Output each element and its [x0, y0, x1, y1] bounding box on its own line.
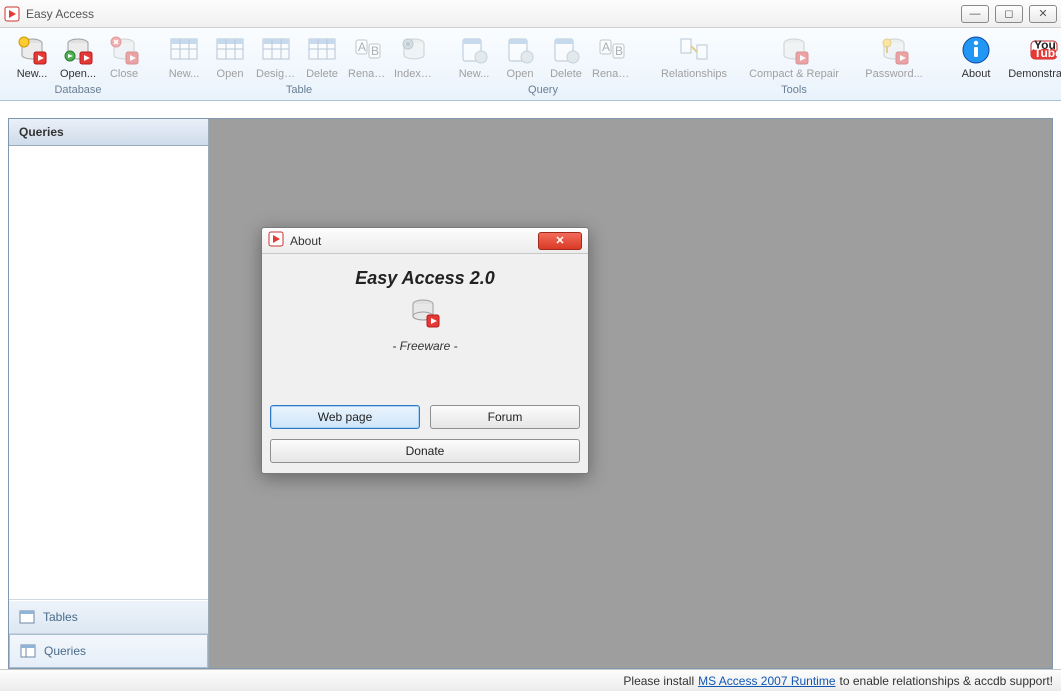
ribbon-item-label: Password...: [852, 68, 936, 80]
left-nav: Queries Tables Queries: [9, 119, 209, 668]
status-suffix: to enable relationships & accdb support!: [840, 674, 1053, 688]
query-icon: [458, 34, 490, 66]
youtube-icon: YouTube: [1028, 34, 1060, 66]
about-subtitle: - Freeware -: [274, 339, 576, 353]
ribbon-item-label: Delete: [302, 68, 342, 80]
table-icon: [260, 34, 292, 66]
ribbon-cr-button: Compact & Repair: [740, 32, 848, 82]
ribbon-group-label: Table: [286, 82, 312, 100]
ribbon-t-open-button: Open: [208, 32, 252, 82]
window-close-button[interactable]: ✕: [1029, 5, 1057, 23]
svg-text:B: B: [371, 44, 379, 58]
nav-section-label: Queries: [44, 644, 86, 658]
window-minimize-button[interactable]: —: [961, 5, 989, 23]
nav-section-label: Tables: [43, 610, 78, 624]
ribbon: New...Open...CloseDatabaseNew...OpenDesi…: [0, 28, 1061, 101]
window-maximize-button[interactable]: ◻: [995, 5, 1023, 23]
rel-icon: [678, 34, 710, 66]
about-dialog-icon: [268, 231, 284, 250]
query-icon: [550, 34, 582, 66]
ribbon-rel-button: Relationships: [650, 32, 738, 82]
ribbon-q-delete-button: Delete: [544, 32, 588, 82]
ribbon-item-label: Close: [104, 68, 144, 80]
about-webpage-button[interactable]: Web page: [270, 405, 420, 429]
ribbon-item-label: Open: [210, 68, 250, 80]
table-icon: [306, 34, 338, 66]
query-icon: [504, 34, 536, 66]
rename-icon: AB: [596, 34, 628, 66]
db-new-icon: [16, 34, 48, 66]
ribbon-item-label: Rename: [348, 68, 388, 80]
db-close-icon: [108, 34, 140, 66]
about-donate-button[interactable]: Donate: [270, 439, 580, 463]
repair-icon: [778, 34, 810, 66]
index-icon: [398, 34, 430, 66]
ribbon-pwd-button: Password...: [850, 32, 938, 82]
ribbon-item-label: Demonstration: [1002, 68, 1061, 80]
table-icon: [168, 34, 200, 66]
about-forum-button[interactable]: Forum: [430, 405, 580, 429]
about-heading: Easy Access 2.0: [274, 268, 576, 289]
ribbon-t-rename-button: AB Rename: [346, 32, 390, 82]
ribbon-t-delete-button: Delete: [300, 32, 344, 82]
ribbon-item-label: Design...: [256, 68, 296, 80]
ribbon-item-label: Indexes...: [394, 68, 434, 80]
ribbon-q-rename-button: AB Rename: [590, 32, 634, 82]
ribbon-group-label: Query: [528, 82, 558, 100]
client-area: Queries Tables Queries About ✕ Easy Acces…: [8, 118, 1053, 669]
ribbon-item-label: New...: [12, 68, 52, 80]
window-title: Easy Access: [26, 7, 94, 21]
svg-text:A: A: [602, 40, 610, 54]
about-dialog-titlebar[interactable]: About ✕: [262, 228, 588, 254]
about-icon: [960, 34, 992, 66]
ribbon-t-design-button: Design...: [254, 32, 298, 82]
ribbon-group-label: Database: [54, 82, 101, 100]
ribbon-item-label: New...: [454, 68, 494, 80]
status-runtime-link[interactable]: MS Access 2007 Runtime: [698, 674, 835, 688]
ribbon-item-label: About: [956, 68, 996, 80]
pwd-icon: [878, 34, 910, 66]
status-bar: Please install MS Access 2007 Runtime to…: [0, 669, 1061, 691]
ribbon-db-close-button: Close: [102, 32, 146, 82]
about-dialog: About ✕ Easy Access 2.0 - Freeware -: [261, 227, 589, 474]
ribbon-about-button[interactable]: About: [954, 32, 998, 82]
status-prefix: Please install: [623, 674, 694, 688]
rename-icon: AB: [352, 34, 384, 66]
ribbon-db-new-button[interactable]: New...: [10, 32, 54, 82]
workspace: About ✕ Easy Access 2.0 - Freeware -: [209, 119, 1052, 668]
nav-section-tables[interactable]: Tables: [9, 600, 208, 634]
left-nav-header: Queries: [9, 119, 208, 146]
ribbon-q-new-button: New...: [452, 32, 496, 82]
db-open-icon: [62, 34, 94, 66]
ribbon-demo-button[interactable]: YouTube Demonstration: [1000, 32, 1061, 82]
left-nav-list[interactable]: [9, 146, 208, 599]
ribbon-item-label: Open: [500, 68, 540, 80]
table-icon: [19, 609, 35, 625]
ribbon-item-label: Compact & Repair: [742, 68, 846, 80]
ribbon-db-open-button[interactable]: Open...: [56, 32, 100, 82]
app-icon: [4, 6, 20, 22]
nav-section-queries[interactable]: Queries: [9, 634, 208, 668]
ribbon-item-label: Relationships: [652, 68, 736, 80]
ribbon-group-label: Tools: [781, 82, 807, 100]
about-dialog-title: About: [290, 234, 321, 248]
ribbon-q-open-button: Open: [498, 32, 542, 82]
about-close-button[interactable]: ✕: [538, 232, 582, 250]
svg-text:B: B: [615, 44, 623, 58]
ribbon-t-index-button: Indexes...: [392, 32, 436, 82]
table-icon: [214, 34, 246, 66]
query-icon: [20, 643, 36, 659]
svg-text:A: A: [358, 40, 366, 54]
about-app-icon: [409, 297, 441, 329]
ribbon-item-label: Open...: [58, 68, 98, 80]
ribbon-t-new-button: New...: [162, 32, 206, 82]
ribbon-item-label: Delete: [546, 68, 586, 80]
svg-text:Tube: Tube: [1034, 46, 1060, 60]
left-nav-sections: Tables Queries: [9, 599, 208, 668]
ribbon-item-label: Rename: [592, 68, 632, 80]
title-bar: Easy Access — ◻ ✕: [0, 0, 1061, 28]
ribbon-item-label: New...: [164, 68, 204, 80]
